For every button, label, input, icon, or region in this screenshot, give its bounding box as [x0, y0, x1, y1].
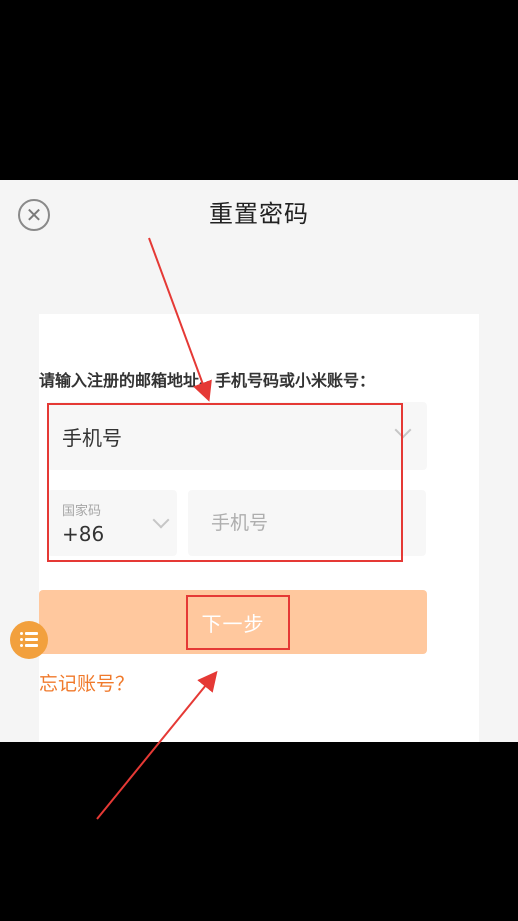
phone-input[interactable] [188, 490, 426, 556]
country-code-label: 国家码 [62, 504, 102, 519]
chevron-down-icon [394, 421, 412, 439]
list-menu-icon[interactable] [10, 621, 48, 659]
account-type-value: 手机号 [62, 426, 122, 450]
next-button[interactable]: 下一步 [39, 590, 427, 654]
reset-password-screen: ✕ 重置密码 请输入注册的邮箱地址、手机号码或小米账号： 手机号 国家码 +86… [0, 180, 518, 742]
chevron-down-icon [152, 511, 170, 529]
reset-form-card: 请输入注册的邮箱地址、手机号码或小米账号： 手机号 国家码 +86 下一步 忘记… [39, 314, 479, 742]
country-code-select[interactable]: 国家码 +86 [47, 490, 177, 556]
account-type-select[interactable]: 手机号 [47, 402, 427, 470]
form-prompt: 请输入注册的邮箱地址、手机号码或小米账号： [39, 371, 376, 390]
page-title: 重置密码 [209, 200, 309, 228]
country-code-value: +86 [62, 522, 105, 546]
forgot-account-link[interactable]: 忘记账号？ [39, 669, 134, 696]
